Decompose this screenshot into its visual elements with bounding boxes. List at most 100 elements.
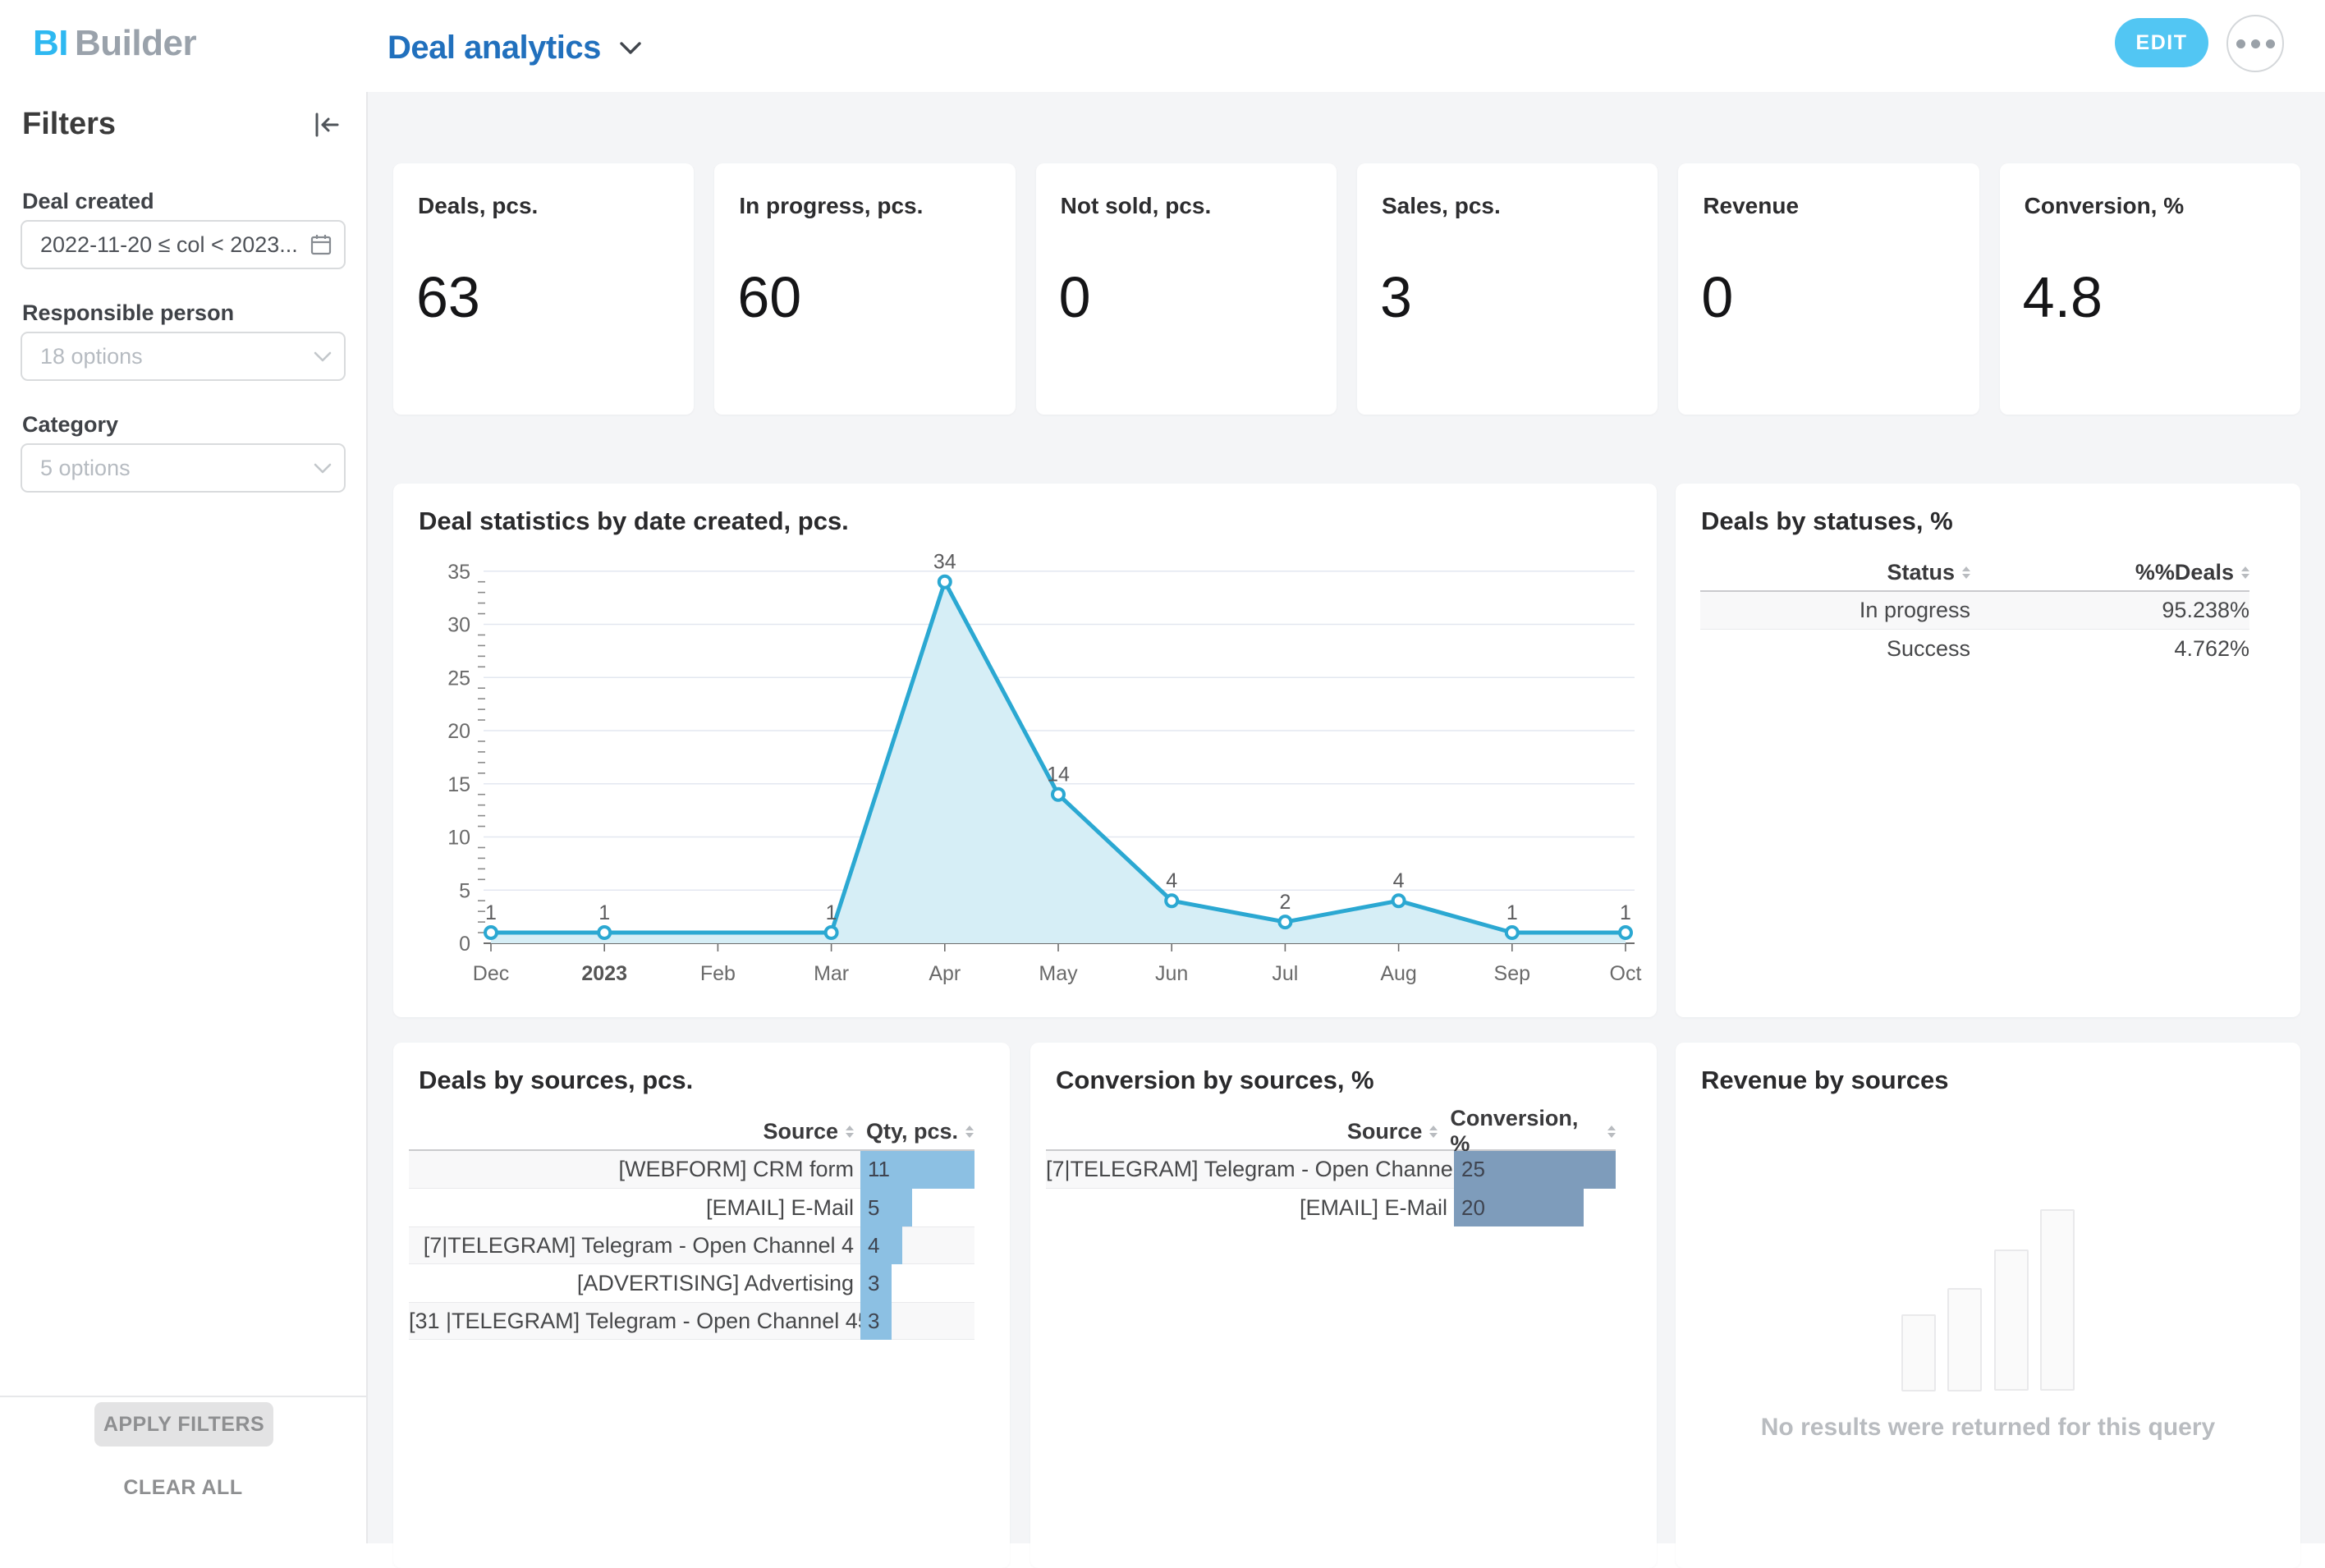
collapse-sidebar-icon[interactable] xyxy=(310,108,343,141)
x-axis-label: 2023 xyxy=(581,962,627,985)
x-axis-label: May xyxy=(1039,962,1078,985)
table-row: [ADVERTISING] Advertising3 xyxy=(409,1264,974,1302)
table-row: Success4.762% xyxy=(1700,630,2249,667)
value-bar: 4 xyxy=(860,1226,902,1264)
x-axis-label: Aug xyxy=(1380,962,1416,985)
top-bar: BIBuilder Deal analytics EDIT xyxy=(0,0,2325,92)
placeholder-bar xyxy=(1901,1314,1936,1391)
column-header-value[interactable]: Conversion, % xyxy=(1450,1106,1616,1157)
column-header-status[interactable]: Status xyxy=(1700,560,1970,585)
bar-cell: 3 xyxy=(860,1302,892,1340)
column-header-value[interactable]: Qty, pcs. xyxy=(866,1119,974,1144)
table-row: [EMAIL] E-Mail 20 xyxy=(1046,1189,1616,1226)
data-point-label: 1 xyxy=(1620,901,1631,924)
y-axis-label: 35 xyxy=(447,561,470,584)
kpi-value: 0 xyxy=(1701,268,1733,326)
kpi-value: 0 xyxy=(1059,268,1091,326)
revenue-by-sources-title: Revenue by sources xyxy=(1701,1066,1949,1095)
bar-cell: 5 xyxy=(860,1189,912,1226)
kpi-label: Deals, pcs. xyxy=(418,193,538,219)
data-point-marker xyxy=(1166,895,1177,906)
kpi-label: In progress, pcs. xyxy=(739,193,923,219)
ellipsis-icon xyxy=(2236,39,2245,48)
bar-value: 4 xyxy=(868,1233,879,1259)
dashboard-title: Deal analytics xyxy=(388,30,601,66)
apply-filters-button[interactable]: APPLY FILTERS xyxy=(94,1402,273,1447)
kpi-label: Conversion, % xyxy=(2025,193,2184,219)
table-header-row: SourceConversion, % xyxy=(1046,1113,1616,1151)
statuses-table: Status%%DealsIn progress95.238%Success4.… xyxy=(1700,554,2249,667)
kpi-card-2: Not sold, pcs.0 xyxy=(1036,163,1337,415)
bar-cell: 25 xyxy=(1454,1151,1616,1189)
sidebar-divider xyxy=(0,1396,368,1397)
data-point-marker xyxy=(1393,895,1405,906)
bar-cell: 20 xyxy=(1454,1189,1584,1226)
sort-icon[interactable] xyxy=(1607,1126,1616,1138)
data-point-marker xyxy=(1506,927,1518,938)
source-cell: [31 |TELEGRAM] Telegram - Open Channel 4… xyxy=(409,1309,854,1334)
deal-created-input[interactable]: 2022-11-20 ≤ col < 2023... xyxy=(21,220,346,269)
category-select[interactable]: 5 options xyxy=(21,443,346,493)
logo-builder: Builder xyxy=(75,23,196,63)
bar-value: 3 xyxy=(868,1309,879,1334)
responsible-person-select[interactable]: 18 options xyxy=(21,332,346,381)
table-header-row: Status%%Deals xyxy=(1700,554,2249,592)
empty-query-message: No results were returned for this query xyxy=(1676,1414,2300,1442)
conversion-by-sources-title: Conversion by sources, % xyxy=(1056,1066,1374,1095)
more-options-button[interactable] xyxy=(2226,15,2284,72)
table-row: [WEBFORM] CRM form11 xyxy=(409,1151,974,1189)
sort-icon[interactable] xyxy=(965,1126,974,1138)
logo-bi: BI xyxy=(33,23,68,63)
clear-all-button[interactable]: CLEAR ALL xyxy=(0,1476,366,1500)
sort-icon[interactable] xyxy=(1962,566,1970,579)
x-axis-label: Apr xyxy=(929,962,961,985)
data-point-marker xyxy=(1279,916,1291,928)
x-axis-label: Mar xyxy=(814,962,849,985)
x-axis-label: Jun xyxy=(1155,962,1188,985)
sort-icon[interactable] xyxy=(2241,566,2249,579)
data-point-marker xyxy=(1620,927,1631,938)
value-bar: 20 xyxy=(1454,1189,1584,1226)
category-value: 5 options xyxy=(40,456,313,481)
kpi-card-0: Deals, pcs. 63 xyxy=(393,163,694,415)
chevron-down-icon xyxy=(313,351,332,363)
data-point-label: 1 xyxy=(1506,901,1518,924)
percent-cell: 4.762% xyxy=(1970,636,2249,662)
edit-button[interactable]: EDIT xyxy=(2115,18,2208,67)
filters-sidebar: Filters Deal created 2022-11-20 ≤ col < … xyxy=(0,92,368,1543)
conversion-table: SourceConversion, %[7|TELEGRAM] Telegram… xyxy=(1046,1113,1616,1226)
chevron-down-icon xyxy=(619,41,642,56)
bar-value: 3 xyxy=(868,1271,879,1296)
bar-cell: 4 xyxy=(860,1226,902,1264)
percent-cell: 95.238% xyxy=(1970,598,2249,623)
table-row: [EMAIL] E-Mail 5 xyxy=(409,1189,974,1226)
filters-title: Filters xyxy=(22,107,116,142)
kpi-value: 3 xyxy=(1380,268,1412,326)
column-header-deals-percent[interactable]: %%Deals xyxy=(1970,560,2249,585)
data-point-label: 1 xyxy=(598,901,610,924)
source-cell: [EMAIL] E-Mail xyxy=(409,1195,854,1221)
deal-statistics-panel: Deal statistics by date created, pcs. 05… xyxy=(393,484,1657,1017)
kpi-card-4: Revenue 0 xyxy=(1678,163,1979,415)
column-header-source[interactable]: Source xyxy=(1046,1119,1438,1144)
kpi-row: Deals, pcs. 63 In progress, pcs.60Not sold… xyxy=(393,163,2300,415)
deals-by-sources-panel: Deals by sources, pcs. SourceQty, pcs.[W… xyxy=(393,1043,1010,1568)
data-point-marker xyxy=(826,927,837,938)
data-point-label: 4 xyxy=(1166,869,1177,892)
line-chart: 05101520253035Dec2023FebMarAprMayJunJulA… xyxy=(393,484,1657,1017)
data-point-marker xyxy=(485,927,497,938)
sort-icon[interactable] xyxy=(1429,1126,1438,1138)
y-axis-label: 15 xyxy=(447,773,470,796)
kpi-card-1: In progress, pcs.60 xyxy=(714,163,1015,415)
kpi-label: Revenue xyxy=(1703,193,1799,219)
deals-by-statuses-panel: Deals by statuses, % Status%%DealsIn pro… xyxy=(1676,484,2300,1017)
bar-value: 5 xyxy=(868,1195,879,1221)
source-cell: [EMAIL] E-Mail xyxy=(1046,1195,1447,1221)
sort-icon[interactable] xyxy=(846,1126,854,1138)
dashboard-title-dropdown[interactable]: Deal analytics xyxy=(388,30,642,66)
kpi-value: 63 xyxy=(416,268,480,326)
responsible-person-value: 18 options xyxy=(40,344,313,369)
column-header-source[interactable]: Source xyxy=(409,1119,854,1144)
data-point-marker xyxy=(598,927,610,938)
y-axis-label: 25 xyxy=(447,667,470,690)
